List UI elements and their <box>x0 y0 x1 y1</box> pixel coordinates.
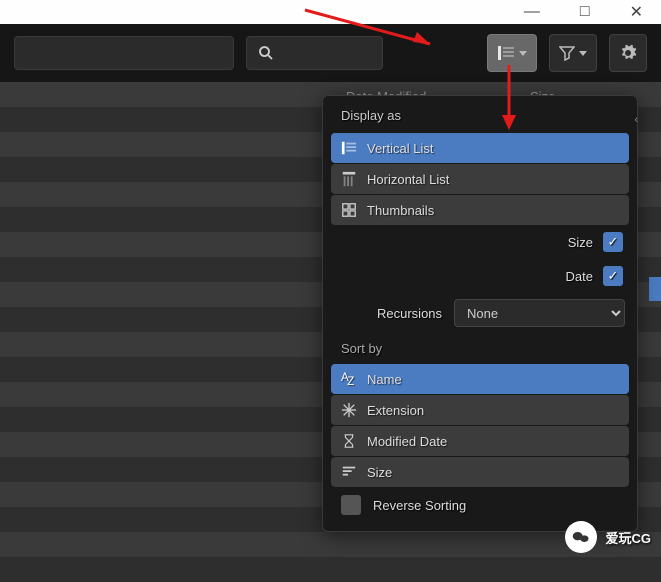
collapse-icon[interactable]: ‹ <box>634 114 638 126</box>
toolbar <box>0 24 661 82</box>
sort-size[interactable]: Size <box>331 457 629 487</box>
menu-label: Name <box>367 372 402 387</box>
search-input[interactable] <box>246 36 383 70</box>
selection-indicator <box>649 277 661 301</box>
display-mode-button[interactable] <box>487 34 537 72</box>
extension-icon <box>341 402 357 418</box>
reverse-checkbox[interactable] <box>341 495 361 515</box>
recursions-row: Recursions None <box>331 293 629 333</box>
az-icon: AZ <box>341 371 357 387</box>
sort-by-label: Sort by <box>331 333 629 364</box>
hourglass-icon <box>341 433 357 449</box>
popover-title: Display as <box>331 104 629 133</box>
reverse-label: Reverse Sorting <box>373 498 466 513</box>
wechat-icon <box>565 521 597 553</box>
menu-label: Size <box>367 465 392 480</box>
sort-extension[interactable]: Extension <box>331 395 629 425</box>
close-icon[interactable]: ✕ <box>630 2 643 22</box>
menu-label: Extension <box>367 403 424 418</box>
maximize-icon[interactable]: □ <box>580 3 590 21</box>
vertical-list-icon <box>341 140 357 156</box>
sort-name[interactable]: AZ Name <box>331 364 629 394</box>
menu-label: Vertical List <box>367 141 433 156</box>
filter-button[interactable] <box>549 34 597 72</box>
thumbnails-icon <box>341 202 357 218</box>
minimize-icon[interactable]: — <box>524 3 540 21</box>
menu-label: Modified Date <box>367 434 447 449</box>
size-icon <box>341 464 357 480</box>
funnel-icon <box>559 45 575 61</box>
horizontal-list-icon <box>341 171 357 187</box>
watermark: 爱玩CG <box>565 521 651 553</box>
window-titlebar: — □ ✕ <box>0 0 661 24</box>
show-size-row: Size ✓ <box>331 225 629 259</box>
menu-label: Thumbnails <box>367 203 434 218</box>
display-thumbnails[interactable]: Thumbnails <box>331 195 629 225</box>
sort-modified[interactable]: Modified Date <box>331 426 629 456</box>
gear-icon <box>619 44 637 62</box>
chevron-down-icon <box>519 51 527 56</box>
size-label: Size <box>568 235 593 250</box>
svg-text:Z: Z <box>347 376 354 387</box>
display-vertical-list[interactable]: Vertical List <box>331 133 629 163</box>
recursions-select[interactable]: None <box>454 299 625 327</box>
table-row[interactable] <box>0 532 661 557</box>
size-checkbox[interactable]: ✓ <box>603 232 623 252</box>
display-popover: ‹ Display as Vertical List Horizontal Li… <box>322 95 638 532</box>
recursions-label: Recursions <box>377 306 442 321</box>
table-row[interactable] <box>0 557 661 582</box>
watermark-text: 爱玩CG <box>605 528 651 547</box>
chevron-down-icon <box>579 51 587 56</box>
show-date-row: Date ✓ <box>331 259 629 293</box>
settings-button[interactable] <box>609 34 647 72</box>
date-label: Date <box>566 269 593 284</box>
date-checkbox[interactable]: ✓ <box>603 266 623 286</box>
search-icon <box>257 44 275 62</box>
reverse-sorting-row[interactable]: Reverse Sorting <box>331 487 629 523</box>
list-icon <box>497 44 515 62</box>
path-input[interactable] <box>14 36 234 70</box>
menu-label: Horizontal List <box>367 172 449 187</box>
display-horizontal-list[interactable]: Horizontal List <box>331 164 629 194</box>
